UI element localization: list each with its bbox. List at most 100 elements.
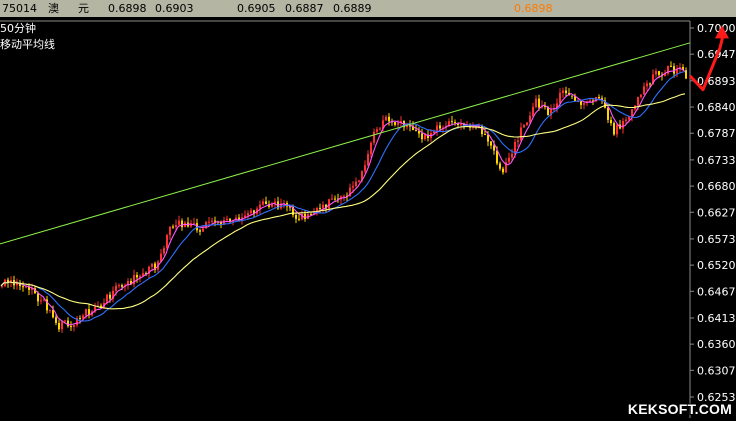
candle-body	[583, 103, 585, 105]
candle-body	[496, 150, 498, 164]
candle-body	[202, 228, 204, 232]
candle-body	[355, 181, 357, 187]
candle-body	[166, 235, 168, 249]
candle-body	[490, 141, 492, 146]
candle-body	[493, 145, 495, 151]
candle-body	[298, 218, 300, 220]
candle-body	[199, 230, 201, 232]
candle-body	[502, 168, 504, 173]
candle-body	[358, 180, 360, 182]
candle-body	[109, 294, 111, 299]
candle-body	[172, 226, 174, 228]
ma-long-line	[0, 93, 686, 310]
candle-body	[115, 285, 117, 291]
candle-body	[436, 125, 438, 131]
candle-body	[226, 218, 228, 221]
candle-body	[247, 213, 249, 216]
candle-body	[562, 90, 564, 93]
y-tick-label: 0.6413	[697, 312, 736, 325]
candle-body	[439, 125, 441, 129]
candle-body	[163, 248, 165, 254]
trendline	[0, 42, 691, 245]
candle-body	[40, 300, 42, 302]
candle-body	[295, 214, 297, 219]
ask-price: 0.6903	[155, 2, 194, 15]
candle-body	[649, 83, 651, 85]
candle-body	[250, 210, 252, 214]
candle-body	[658, 71, 660, 75]
candle-body	[571, 95, 573, 97]
candle-body	[61, 321, 63, 330]
candle-body	[631, 109, 633, 117]
candle-body	[265, 201, 267, 205]
y-tick-label: 0.6467	[697, 285, 736, 298]
candle-body	[373, 131, 375, 143]
candle-body	[262, 201, 264, 205]
candle-body	[352, 186, 354, 188]
candle-body	[538, 98, 540, 108]
candle-body	[523, 125, 525, 128]
candle-body	[484, 134, 486, 136]
candle-body	[655, 71, 657, 75]
candle-body	[421, 133, 423, 140]
candle-body	[565, 90, 567, 93]
candle-body	[487, 134, 489, 142]
low-price: 0.6887	[285, 2, 324, 15]
y-tick-label: 0.6733	[697, 154, 736, 167]
candle-body	[58, 322, 60, 330]
candle-body	[424, 134, 426, 140]
candle-body	[454, 122, 456, 124]
candle-body	[67, 320, 69, 327]
y-tick-label: 0.6520	[697, 259, 736, 272]
candle-body	[610, 119, 612, 124]
candle-body	[70, 326, 72, 328]
candle-body	[376, 129, 378, 132]
candle-body	[511, 153, 513, 158]
y-tick-label: 0.6573	[697, 233, 736, 246]
candle-body	[526, 122, 528, 126]
candle-body	[508, 157, 510, 163]
candle-body	[622, 121, 624, 129]
candle-body	[520, 127, 522, 141]
candle-body	[670, 65, 672, 67]
candle-body	[118, 285, 120, 287]
candle-body	[451, 121, 453, 123]
candle-body	[460, 123, 462, 126]
last-price: 0.6889	[333, 2, 372, 15]
candle-body	[334, 198, 336, 200]
candle-body	[532, 106, 534, 116]
candle-body	[625, 119, 627, 122]
candle-body	[181, 220, 183, 228]
candle-body	[22, 286, 24, 288]
candle-body	[319, 207, 321, 209]
candle-body	[598, 97, 600, 99]
candle-body	[370, 142, 372, 155]
candle-body	[643, 86, 645, 95]
candle-body	[49, 309, 51, 311]
candle-body	[481, 125, 483, 135]
candle-body	[388, 116, 390, 122]
symbol-code: 75014	[2, 2, 37, 15]
y-tick-label: 0.6840	[697, 101, 736, 114]
candle-body	[415, 130, 417, 132]
bid-price: 0.6898	[108, 2, 147, 15]
candle-body	[364, 165, 366, 172]
candle-body	[535, 98, 537, 107]
candle-body	[397, 122, 399, 125]
quote-bar: 75014 澳 元 0.6898 0.6903 0.6905 0.6887 0.…	[0, 0, 736, 17]
candle-body	[559, 92, 561, 104]
chart-window: 75014 澳 元 0.6898 0.6903 0.6905 0.6887 0.…	[0, 0, 736, 421]
candle-body	[640, 94, 642, 98]
candle-body	[106, 294, 108, 304]
candle-body	[169, 226, 171, 236]
candle-body	[208, 221, 210, 223]
candle-body	[685, 70, 687, 79]
candle-body	[304, 213, 306, 220]
candle-body	[322, 204, 324, 209]
y-tick-label: 0.6627	[697, 206, 736, 219]
y-tick-label: 0.6307	[697, 364, 736, 377]
candle-body	[343, 195, 345, 197]
candle-body	[616, 124, 618, 135]
candle-body	[499, 163, 501, 169]
y-tick-label: 0.7000	[697, 22, 736, 35]
